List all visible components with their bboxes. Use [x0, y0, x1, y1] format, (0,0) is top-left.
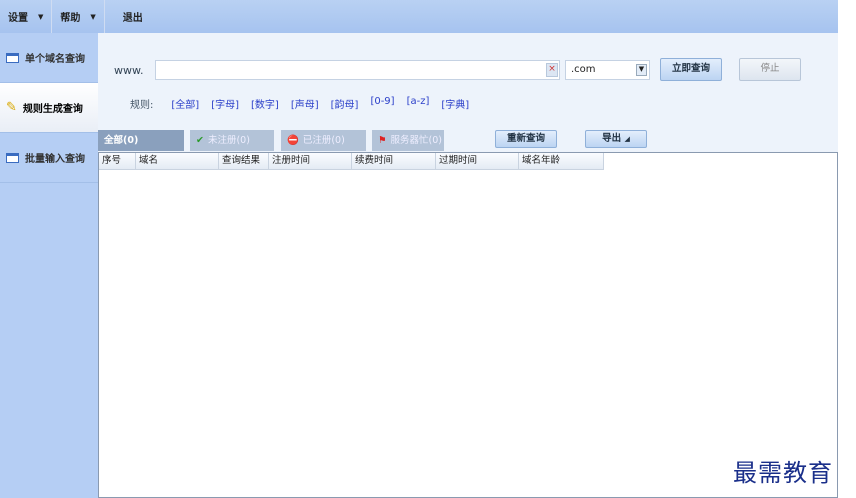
tab-unregistered[interactable]: ✔ 未注册(0) [190, 130, 274, 151]
table-header: 序号 域名 查询结果 注册时间 续费时间 过期时间 域名年龄 [99, 153, 604, 170]
menu-settings[interactable]: 设置 ▼ [0, 0, 53, 33]
stop-icon: ⛔ [287, 135, 299, 146]
tab-label: 已注册(0) [302, 135, 345, 146]
sidebar-item-batch[interactable]: 批量输入查询 [0, 133, 98, 183]
rules-label: 规则: [130, 100, 154, 111]
clear-icon[interactable]: × [546, 63, 558, 77]
flag-icon: ⚑ [378, 135, 387, 146]
tab-server-busy[interactable]: ⚑ 服务器忙(0) [372, 130, 444, 151]
window-icon [6, 52, 19, 63]
export-button[interactable]: 导出 ◢ [585, 130, 647, 148]
menu-bar: 设置 ▼ 帮助 ▼ 退出 [0, 0, 838, 33]
column-header[interactable]: 查询结果 [219, 153, 269, 169]
rule-link[interactable]: [0-9] [370, 96, 394, 111]
rule-link[interactable]: [字母] [211, 96, 239, 111]
sidebar-item-label: 批量输入查询 [25, 154, 85, 165]
watermark: 最需教育 [733, 459, 833, 487]
tld-value: .com [571, 64, 596, 75]
dropdown-arrow-icon: ▼ [38, 12, 44, 21]
main-panel: www. × .com ▼ 立即查询 停止 规则: [全部] [字母] [数字] … [98, 33, 838, 498]
rules-row: 规则: [全部] [字母] [数字] [声母] [韵母] [0-9] [a-z]… [130, 96, 469, 111]
query-button[interactable]: 立即查询 [660, 58, 722, 81]
sidebar-item-rule[interactable]: ✎ 规则生成查询 [0, 83, 98, 133]
export-label: 导出 [602, 133, 622, 144]
rule-link[interactable]: [声母] [291, 96, 319, 111]
rule-link[interactable]: [字典] [441, 96, 469, 111]
requery-button[interactable]: 重新查询 [495, 130, 557, 148]
rule-link[interactable]: [数字] [251, 96, 279, 111]
rule-link[interactable]: [韵母] [331, 96, 359, 111]
triangle-icon: ◢ [624, 135, 630, 143]
column-header[interactable]: 注册时间 [269, 153, 352, 169]
menu-label: 设置 [8, 13, 28, 24]
tab-label: 服务器忙(0) [390, 135, 442, 146]
domain-input[interactable] [155, 60, 560, 80]
menu-label: 帮助 [60, 13, 81, 24]
broom-icon: ✎ [6, 100, 17, 115]
column-header[interactable]: 过期时间 [436, 153, 519, 169]
column-header[interactable]: 续费时间 [352, 153, 436, 169]
tab-label: 全部(0) [104, 135, 139, 146]
tab-all[interactable]: 全部(0) [98, 130, 184, 151]
sidebar-item-label: 规则生成查询 [22, 104, 83, 115]
tld-select[interactable]: .com ▼ [565, 60, 650, 80]
rule-link[interactable]: [a-z] [407, 96, 430, 111]
rule-link[interactable]: [全部] [171, 96, 199, 111]
check-icon: ✔ [196, 135, 204, 146]
menu-exit[interactable]: 退出 [105, 0, 151, 33]
menu-label: 退出 [122, 13, 143, 24]
tab-label: 未注册(0) [207, 135, 250, 146]
column-header[interactable]: 序号 [99, 153, 136, 169]
sidebar-item-single[interactable]: 单个域名查询 [0, 33, 98, 83]
sidebar: 单个域名查询 ✎ 规则生成查询 批量输入查询 [0, 33, 98, 498]
stop-button[interactable]: 停止 [739, 58, 801, 81]
menu-help[interactable]: 帮助 ▼ [52, 0, 105, 33]
column-header[interactable]: 域名年龄 [519, 153, 604, 169]
chevron-down-icon: ▼ [636, 64, 647, 76]
window-icon [6, 152, 19, 163]
sidebar-item-label: 单个域名查询 [25, 54, 85, 65]
dropdown-arrow-icon: ▼ [90, 12, 96, 21]
www-label: www. [114, 64, 144, 77]
column-header[interactable]: 域名 [136, 153, 219, 169]
tab-registered[interactable]: ⛔ 已注册(0) [281, 130, 366, 151]
results-table: 序号 域名 查询结果 注册时间 续费时间 过期时间 域名年龄 [98, 152, 838, 498]
